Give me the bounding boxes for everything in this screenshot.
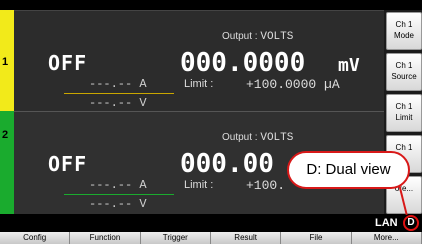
channel-1-output-label: Output : VOLTS (222, 31, 294, 43)
channel-2-state: OFF (48, 152, 88, 176)
softkey-bar: Config Function Trigger Result File More… (0, 232, 422, 244)
softkey-trigger[interactable]: Trigger (140, 232, 211, 244)
dual-view-callout: D: Dual view (287, 151, 410, 189)
softkey-more[interactable]: More... (351, 232, 422, 244)
ch1-mode-button[interactable]: Ch 1 Mode (386, 12, 422, 50)
channel-1-panel[interactable]: Output : VOLTS OFF 000.0000 mV ---.-- A … (14, 10, 384, 111)
status-bar: LAN D (0, 214, 422, 232)
channel-1-limit-value: +100.0000 µA (246, 77, 340, 92)
softkey-function[interactable]: Function (70, 232, 141, 244)
channel-2-limit-label: Limit : (184, 179, 214, 191)
channel-2-current-readout: ---.-- A (89, 178, 147, 192)
channel-2-divider (64, 194, 174, 195)
channel-2-voltage-readout: ---.-- V (89, 197, 147, 211)
channel-2-indicator: 2 (0, 111, 14, 214)
channel-2-limit-value: +100. (246, 178, 286, 193)
channel-1-main-unit: mV (338, 55, 360, 76)
channel-2-output-label: Output : VOLTS (222, 132, 294, 144)
ch1-source-button[interactable]: Ch 1 Source (386, 53, 422, 91)
channel-1-current-readout: ---.-- A (89, 77, 147, 91)
lan-indicator: LAN (375, 217, 398, 229)
channel-2-number: 2 (2, 129, 9, 141)
channel-1-output-mode: VOLTS (260, 31, 294, 43)
dual-view-indicator: D (403, 215, 419, 231)
channel-1-state: OFF (48, 51, 88, 75)
channel-2-main-value: 000.00 (180, 149, 274, 179)
softkey-result[interactable]: Result (210, 232, 282, 244)
ch1-limit-button[interactable]: Ch 1 Limit (386, 94, 422, 132)
softkey-file[interactable]: File (281, 232, 352, 244)
channel-1-limit-label: Limit : (184, 78, 214, 90)
channel-1-number: 1 (2, 56, 9, 68)
channel-2-output-mode: VOLTS (260, 132, 294, 144)
softkey-config[interactable]: Config (0, 232, 71, 244)
channel-1-voltage-readout: ---.-- V (89, 96, 147, 110)
channel-1-indicator: 1 (0, 10, 14, 111)
channel-1-divider (64, 93, 174, 94)
channel-1-main-value: 000.0000 (180, 48, 306, 78)
instrument-screen: 1 Output : VOLTS OFF 000.0000 mV ---.-- … (0, 0, 422, 244)
